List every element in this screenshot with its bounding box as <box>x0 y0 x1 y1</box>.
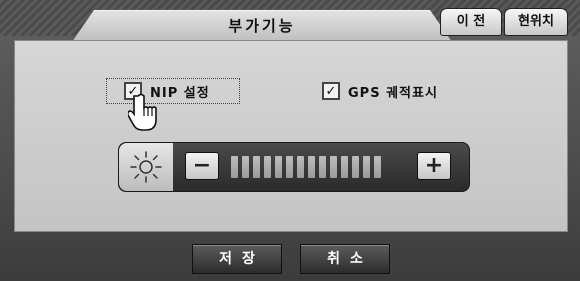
brightness-segment <box>330 156 337 178</box>
settings-panel <box>14 40 568 232</box>
sun-icon <box>130 151 162 183</box>
brightness-decrease-button[interactable]: − <box>185 152 219 180</box>
brightness-increase-button[interactable]: + <box>417 152 451 180</box>
brightness-segment <box>363 156 370 178</box>
brightness-segment <box>308 156 315 178</box>
brightness-indicator <box>119 143 173 191</box>
brightness-level-track[interactable] <box>231 156 381 178</box>
brightness-segment <box>242 156 249 178</box>
hand-pointer-icon <box>128 93 157 131</box>
current-location-button[interactable]: 현위치 <box>504 8 568 36</box>
prev-button[interactable]: 이 전 <box>440 8 502 36</box>
gps-track-option[interactable]: ✓ GPS 궤적표시 <box>322 80 438 102</box>
save-button[interactable]: 저장 <box>192 244 282 274</box>
brightness-segment <box>275 156 282 178</box>
gps-track-label: GPS 궤적표시 <box>348 85 438 101</box>
brightness-slider[interactable]: − + <box>118 142 470 192</box>
page-title: 부가기능 <box>228 17 296 35</box>
brightness-segment <box>352 156 359 178</box>
brightness-segment <box>374 156 381 178</box>
cancel-button[interactable]: 취소 <box>300 244 390 274</box>
brightness-segment <box>297 156 304 178</box>
brightness-segment <box>253 156 260 178</box>
brightness-segment <box>341 156 348 178</box>
brightness-segment <box>286 156 293 178</box>
brightness-segment <box>231 156 238 178</box>
brightness-segment <box>264 156 271 178</box>
brightness-segment <box>319 156 326 178</box>
gps-track-checkbox[interactable]: ✓ <box>322 82 340 100</box>
